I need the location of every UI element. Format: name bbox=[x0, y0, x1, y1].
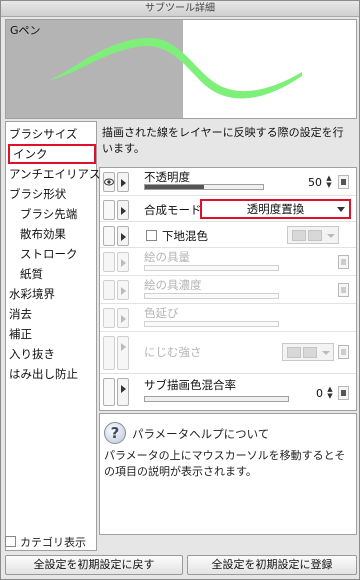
property-row-color-stretch: 色延び bbox=[100, 304, 356, 332]
category-item[interactable]: 補正 bbox=[9, 324, 32, 344]
opacity-slider[interactable] bbox=[144, 184, 264, 190]
category-item[interactable]: 水彩境界 bbox=[9, 284, 55, 304]
opacity-pressure-button[interactable] bbox=[338, 175, 349, 189]
expand-arrow-icon[interactable] bbox=[117, 378, 129, 406]
property-row-blur-strength: にじむ強さ bbox=[100, 332, 356, 374]
property-row-sub-color-mix: サブ描画色混合率 0 ▲ ▼ bbox=[100, 374, 356, 410]
property-row-blend-mode: 合成モード 透明度置換 bbox=[100, 196, 356, 222]
color-stretch-slider bbox=[144, 321, 279, 327]
category-item[interactable]: はみ出し防止 bbox=[9, 364, 78, 384]
blur-mode-selector bbox=[282, 343, 334, 361]
property-row-mix-underlying: 下地混色 bbox=[100, 222, 356, 248]
eye-toggle-icon[interactable] bbox=[103, 172, 115, 192]
mix-mode-selector[interactable] bbox=[287, 226, 339, 244]
opacity-label: 不透明度 bbox=[144, 170, 190, 184]
sub-color-mix-spinner[interactable]: ▲ ▼ bbox=[326, 386, 334, 400]
blur-strength-label: にじむ強さ bbox=[144, 345, 202, 359]
mix-underlying-label: 下地混色 bbox=[162, 229, 208, 243]
blend-mode-dropdown[interactable]: 透明度置換 bbox=[200, 199, 351, 219]
mix-mode-icon bbox=[308, 230, 322, 241]
expand-arrow-icon bbox=[117, 252, 129, 272]
register-all-label: 全設定を初期設定に登録 bbox=[211, 558, 333, 571]
blur-mode-icon bbox=[303, 347, 317, 358]
help-body: パラメータの上にマウスカーソルを移動するとその項目の説明が表示されます。 bbox=[104, 449, 346, 478]
eye-toggle-icon[interactable] bbox=[103, 378, 115, 406]
show-categories-label: カテゴリ表示 bbox=[20, 536, 86, 549]
expand-arrow-icon bbox=[117, 280, 129, 300]
sub-color-mix-label: サブ描画色混合率 bbox=[144, 378, 236, 392]
blur-strength-pressure-button bbox=[338, 345, 349, 359]
show-categories-checkbox[interactable]: カテゴリ表示 bbox=[5, 535, 86, 551]
paint-density-pressure-button bbox=[338, 283, 349, 297]
category-item[interactable]: ブラシ先端 bbox=[20, 204, 77, 224]
reset-all-label: 全設定を初期設定に戻す bbox=[33, 558, 155, 571]
expand-arrow-icon[interactable] bbox=[117, 226, 129, 246]
register-all-settings-button[interactable]: 全設定を初期設定に登録 bbox=[187, 555, 357, 575]
paint-amount-label: 絵の具量 bbox=[144, 250, 190, 264]
blend-mode-label: 合成モード bbox=[144, 203, 202, 217]
category-item[interactable]: 紙質 bbox=[20, 264, 43, 284]
blend-mode-value: 透明度置換 bbox=[246, 202, 305, 216]
opacity-slider-fill bbox=[145, 185, 204, 189]
blur-mode-icon bbox=[287, 347, 301, 358]
category-item[interactable]: インク bbox=[8, 144, 96, 164]
eye-toggle-icon[interactable] bbox=[103, 226, 115, 246]
mix-underlying-checkbox[interactable] bbox=[146, 230, 157, 241]
parameter-help-panel: ? パラメータヘルプについて パラメータの上にマウスカーソルを移動するとその項目… bbox=[99, 413, 357, 535]
color-stretch-label: 色延び bbox=[144, 306, 179, 320]
expand-arrow-icon[interactable] bbox=[117, 172, 129, 192]
category-list[interactable]: ブラシサイズ インク アンチエイリアス ブラシ形状 ブラシ先端 散布効果 ストローク 紙質 水彩… bbox=[5, 121, 101, 551]
property-row-paint-density: 絵の具濃度 bbox=[100, 276, 356, 304]
help-title: パラメータヘルプについて bbox=[132, 427, 270, 441]
chevron-down-icon bbox=[327, 234, 335, 238]
category-item[interactable]: ブラシサイズ bbox=[9, 124, 77, 144]
opacity-value: 50 bbox=[308, 176, 322, 189]
paint-amount-slider bbox=[144, 265, 279, 271]
sub-color-mix-value: 0 bbox=[316, 387, 323, 400]
chevron-down-icon bbox=[322, 351, 330, 355]
chevron-down-icon bbox=[337, 207, 345, 212]
expand-arrow-icon[interactable] bbox=[117, 200, 129, 220]
help-question-icon: ? bbox=[104, 422, 126, 444]
eye-toggle-icon[interactable] bbox=[103, 200, 115, 220]
category-description: 描画された線をレイヤーに反映する際の設定を行います。 bbox=[99, 121, 357, 167]
window-title: サブツール詳細 bbox=[1, 1, 359, 17]
expand-arrow-icon bbox=[117, 308, 129, 328]
sub-color-mix-slider[interactable] bbox=[144, 396, 289, 402]
subtool-detail-window: サブツール詳細 Gペン ブラシサイズ インク アンチエイリアス ブラシ形状 ブラシ先端散… bbox=[0, 0, 360, 580]
eye-toggle-icon bbox=[103, 280, 115, 300]
opacity-spinner[interactable]: ▲ ▼ bbox=[325, 175, 333, 189]
property-panel: 不透明度 50 ▲ ▼ 合成モード 透明度置換 下地混色 絵の具量 絵の具濃度 … bbox=[99, 167, 357, 411]
paint-density-label: 絵の具濃度 bbox=[144, 278, 202, 292]
eye-toggle-icon bbox=[103, 252, 115, 272]
eye-toggle-icon bbox=[103, 336, 115, 370]
category-item[interactable]: ストローク bbox=[20, 244, 78, 264]
expand-arrow-icon bbox=[117, 336, 129, 370]
brush-stroke-preview bbox=[50, 37, 302, 99]
brush-name: Gペン bbox=[10, 24, 41, 37]
reset-all-settings-button[interactable]: 全設定を初期設定に戻す bbox=[5, 555, 183, 575]
paint-density-slider bbox=[144, 293, 279, 299]
paint-amount-pressure-button bbox=[338, 255, 349, 269]
category-item[interactable]: 消去 bbox=[9, 304, 32, 324]
category-item[interactable]: ブラシ形状 bbox=[9, 184, 66, 204]
sub-color-mix-pressure-button[interactable] bbox=[338, 386, 349, 400]
category-item[interactable]: アンチエイリアス bbox=[9, 164, 101, 184]
property-row-opacity: 不透明度 50 ▲ ▼ bbox=[100, 168, 356, 196]
brush-preview: Gペン bbox=[5, 19, 357, 119]
mix-mode-icon bbox=[292, 230, 306, 241]
category-item[interactable]: 散布効果 bbox=[20, 224, 66, 244]
property-row-paint-amount: 絵の具量 bbox=[100, 248, 356, 276]
eye-toggle-icon bbox=[103, 308, 115, 328]
category-item[interactable]: 入り抜き bbox=[9, 344, 55, 364]
checkbox-box[interactable] bbox=[5, 536, 16, 547]
